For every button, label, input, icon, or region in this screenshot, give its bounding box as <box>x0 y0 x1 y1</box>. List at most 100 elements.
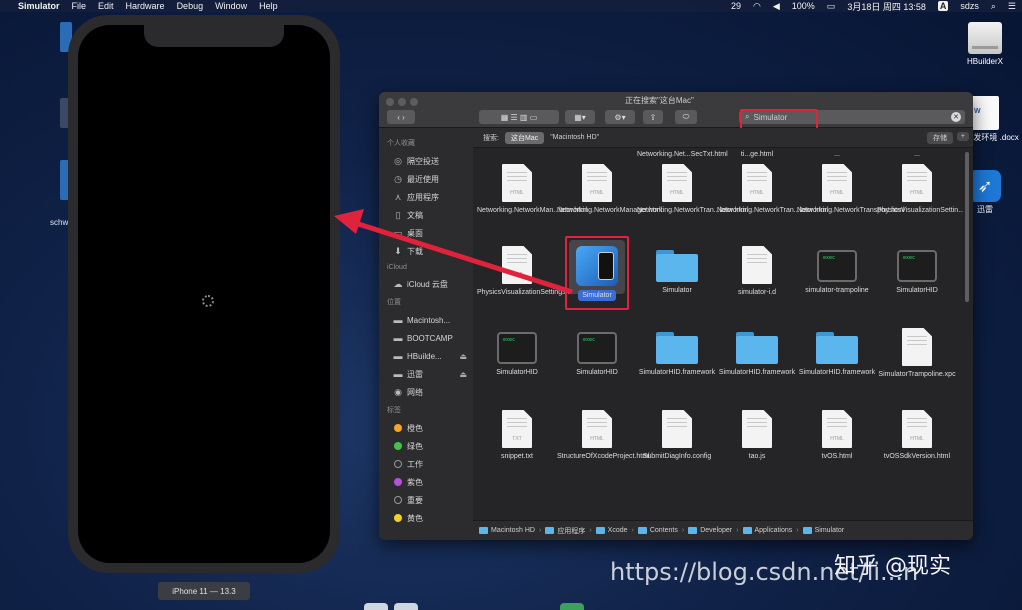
path-segment[interactable]: Contents <box>637 527 678 534</box>
result-item[interactable]: HTML tvOS.html <box>797 410 877 461</box>
result-item-label: Networking.NetworkTran...lator.html <box>637 207 748 214</box>
tag-icon[interactable]: ⬭ <box>675 110 697 124</box>
partial-result-label: Networking.Net...SecTxt.html <box>637 151 728 158</box>
result-item[interactable]: Simulator <box>637 246 717 295</box>
sidebar-tag-important[interactable]: 重要 <box>385 491 473 509</box>
partial-result-label: ti...ge.html <box>740 151 774 158</box>
sidebar-item-network[interactable]: ◉ 网络 <box>385 383 473 401</box>
menu-app-name[interactable]: Simulator <box>18 1 60 11</box>
battery-status[interactable]: 100% <box>792 1 815 11</box>
save-search-button[interactable]: 存储 <box>927 132 953 144</box>
sidebar-tag-work[interactable]: 工作 <box>385 455 473 473</box>
result-item[interactable]: HTML Networking.NetworkTran...lator.html <box>717 164 828 215</box>
battery-icon[interactable]: ▭ <box>827 1 836 12</box>
path-segment[interactable]: Applications <box>742 527 792 534</box>
scope-this-mac-button[interactable]: 这台Mac <box>504 131 545 144</box>
eject-icon[interactable]: ⏏ <box>459 370 467 379</box>
result-item[interactable]: HTML Networking.NetworkMan...lator.html <box>477 164 587 215</box>
result-item[interactable]: SubmitDiagInfo.config <box>637 410 717 461</box>
result-item[interactable]: exec SimulatorHID <box>877 246 957 295</box>
sidebar-item-desktop[interactable]: ▭ 桌面 <box>385 224 473 242</box>
sidebar-item-icloud-drive[interactable]: ☁ iCloud 云盘 <box>385 275 473 293</box>
menu-hardware[interactable]: Hardware <box>126 1 165 11</box>
result-item[interactable]: HTML tvOSSdkVersion.html <box>877 410 957 461</box>
result-item[interactable]: exec SimulatorHID <box>477 328 557 377</box>
path-segment[interactable]: Simulator <box>802 527 844 534</box>
result-item[interactable]: SimulatorHID.framework <box>797 328 877 377</box>
dock-app-icon[interactable] <box>394 603 418 610</box>
add-criteria-button[interactable]: + <box>956 132 969 141</box>
sidebar-item-recents[interactable]: ◷ 最近使用 <box>385 170 473 188</box>
zoom-window-button[interactable] <box>410 98 418 106</box>
group-view-button[interactable]: ▦▾ <box>565 110 595 124</box>
result-item[interactable]: HTML Networking.NetworkTransport.html <box>797 164 905 215</box>
document-file-icon: HTML <box>502 246 532 284</box>
result-item[interactable]: HTML Networking.NetworkTran...lator.html <box>637 164 748 215</box>
sidebar-item-airdrop[interactable]: ◎ 隔空投送 <box>385 152 473 170</box>
volume-icon[interactable]: ◀ <box>773 1 780 12</box>
folder-icon <box>656 250 698 282</box>
sidebar-item-applications[interactable]: ⋏ 应用程序 <box>385 188 473 206</box>
input-source-indicator[interactable]: A <box>937 1 949 11</box>
result-item[interactable]: HTML Networking.NetworkManager.html <box>557 164 662 215</box>
ime-count-badge[interactable]: 29 <box>731 1 741 11</box>
sidebar-item-downloads[interactable]: ⬇ 下载 <box>385 242 473 260</box>
path-segment[interactable]: Xcode <box>595 527 628 534</box>
clock-text[interactable]: 3月18日 周四 13:58 <box>847 0 926 13</box>
path-segment[interactable]: Macintosh HD <box>479 527 535 534</box>
vertical-scrollbar[interactable] <box>965 152 969 302</box>
path-segment[interactable]: 应用程序 <box>545 526 585 536</box>
result-item[interactable]: SimulatorHID.framework <box>637 328 717 377</box>
result-item-label: SimulatorHID.framework <box>718 369 796 376</box>
view-mode-switcher[interactable]: ▦ ☰ ▥ ▭ <box>479 110 559 124</box>
sidebar-tag-green[interactable]: 绿色 <box>385 437 473 455</box>
dock-app-icon[interactable] <box>560 603 584 610</box>
result-item[interactable]: HTML PhysicsVisualizationSettin...ior.htm… <box>877 164 963 215</box>
sidebar-tag-purple[interactable]: 紫色 <box>385 473 473 491</box>
dock-app-icon[interactable] <box>364 603 388 610</box>
path-separator-icon: › <box>796 527 799 534</box>
sidebar-item-bootcamp[interactable]: ▬ BOOTCAMP <box>385 329 473 347</box>
result-item[interactable]: tao.js <box>717 410 797 461</box>
sidebar-tag-orange[interactable]: 橙色 <box>385 419 473 437</box>
control-center-icon[interactable]: ☰ <box>1008 1 1016 12</box>
user-name[interactable]: sdzs <box>960 1 979 11</box>
sidebar-tag-yellow[interactable]: 黄色 <box>385 509 473 527</box>
folder-icon <box>595 527 605 534</box>
menu-bar: Simulator File Edit Hardware Debug Windo… <box>0 0 1022 12</box>
result-item[interactable]: HTML StructureOfXcodeProject.html <box>557 410 650 461</box>
sidebar-item-documents[interactable]: ▯ 文稿 <box>385 206 473 224</box>
sidebar-item-hbuilder[interactable]: ▬ HBuilde... ⏏ <box>385 347 473 365</box>
iphone-simulator-window[interactable] <box>68 15 340 573</box>
simulator-screen[interactable] <box>78 25 330 563</box>
menu-help[interactable]: Help <box>259 1 278 11</box>
result-item[interactable]: HTML PhysicsVisualizationSettings.html <box>477 246 581 297</box>
result-item[interactable]: TXT snippet.txt <box>477 410 557 461</box>
menu-debug[interactable]: Debug <box>177 1 204 11</box>
wifi-icon[interactable]: ◠ <box>753 1 761 12</box>
sidebar-item-xunlei[interactable]: ▬ 迅雷 ⏏ <box>385 365 473 383</box>
scope-macintosh-hd-button[interactable]: "Macintosh HD" <box>550 134 599 141</box>
result-item-label: SimulatorHID <box>576 369 618 376</box>
result-item[interactable]: simulator-i.d <box>717 246 797 297</box>
clear-search-icon[interactable]: ✕ <box>951 112 961 122</box>
result-item[interactable]: SimulatorHID.framework <box>717 328 797 377</box>
result-item[interactable]: exec SimulatorHID <box>557 328 637 377</box>
result-item[interactable]: SimulatorTrampoline.xpc <box>877 328 957 379</box>
result-item[interactable]: exec simulator-trampoline <box>797 246 877 295</box>
menu-file[interactable]: File <box>72 1 87 11</box>
close-window-button[interactable] <box>386 98 394 106</box>
menu-window[interactable]: Window <box>215 1 247 11</box>
path-segment[interactable]: Developer <box>688 527 732 534</box>
result-item-label: simulator-trampoline <box>805 287 869 294</box>
menu-edit[interactable]: Edit <box>98 1 114 11</box>
back-forward-buttons[interactable]: ‹ › <box>387 110 415 124</box>
share-icon[interactable]: ⇪ <box>643 110 663 124</box>
spotlight-search-icon[interactable]: ⌕ <box>991 1 996 12</box>
result-item-simulator-app[interactable]: Simulator <box>557 236 637 310</box>
minimize-window-button[interactable] <box>398 98 406 106</box>
sidebar-item-macintosh-hd[interactable]: ▬ Macintosh... <box>385 311 473 329</box>
desktop-icon-hbuilderx[interactable]: HBuilderX <box>950 22 1020 67</box>
eject-icon[interactable]: ⏏ <box>459 352 467 361</box>
action-gear-icon[interactable]: ⚙▾ <box>605 110 635 124</box>
